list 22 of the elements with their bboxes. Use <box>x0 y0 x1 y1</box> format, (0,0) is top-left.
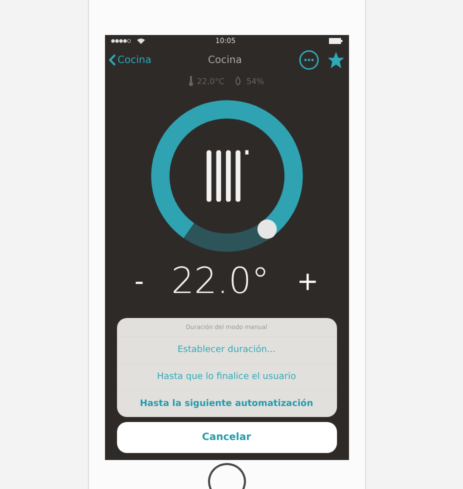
temperature-reading: 22,0°C <box>196 76 224 86</box>
back-button[interactable]: Cocina <box>108 54 152 66</box>
drop-icon <box>234 76 242 86</box>
wifi-icon <box>136 38 144 44</box>
signal-icon <box>110 38 132 42</box>
cancel-button[interactable]: Cancelar <box>116 422 336 453</box>
setpoint-temperature: 22.0° <box>171 264 270 300</box>
humidity-reading: 54% <box>246 76 264 86</box>
home-button[interactable] <box>208 462 246 489</box>
back-chevron-icon <box>108 54 116 66</box>
decrease-button[interactable]: - <box>134 269 144 295</box>
sheet-option[interactable]: Hasta que lo finalice el usuario <box>116 362 336 390</box>
radiator-icon <box>206 150 248 202</box>
star-icon[interactable] <box>326 51 344 69</box>
more-icon[interactable] <box>298 50 318 70</box>
battery-icon <box>328 38 342 44</box>
sheet-option[interactable]: Hasta la siguiente automatización <box>116 390 336 417</box>
sheet-option[interactable]: Establecer duración... <box>116 336 336 363</box>
screen-title: Cocina <box>207 54 243 66</box>
dial-handle[interactable] <box>256 220 276 239</box>
increase-button[interactable]: + <box>296 269 318 295</box>
thermometer-icon <box>188 76 193 86</box>
